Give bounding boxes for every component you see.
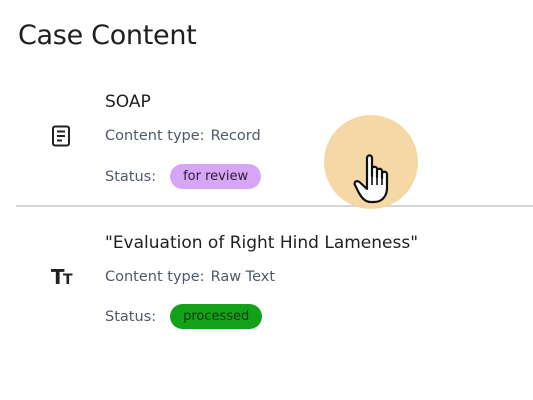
list-item[interactable]: TT "Evaluation of Right Hind Lameness" C…: [0, 207, 533, 347]
content-type-label: Content type:: [105, 269, 205, 285]
hand-pointer-icon: [353, 152, 395, 206]
list-item[interactable]: SOAP Content type: Record Status: for re…: [0, 82, 533, 206]
item-title: SOAP: [105, 92, 151, 112]
text-format-glyph-large: T: [50, 265, 65, 289]
content-type-row: Content type: Raw Text: [105, 269, 275, 285]
text-format-icon: TT: [49, 265, 73, 289]
status-label: Status:: [105, 308, 157, 325]
status-badge: processed: [170, 304, 263, 329]
status-row: Status: processed: [105, 304, 263, 329]
document-icon: [49, 124, 73, 148]
item-title: "Evaluation of Right Hind Lameness": [105, 233, 419, 253]
text-format-glyph-small: T: [63, 272, 73, 288]
status-row: Status: for review: [105, 164, 262, 189]
status-label: Status:: [105, 168, 157, 185]
case-content-panel: Case Content SOAP Content type: Record S…: [0, 0, 533, 400]
content-type-label: Content type:: [105, 128, 205, 144]
content-type-value: Record: [210, 128, 261, 144]
status-badge: for review: [170, 164, 262, 189]
content-type-row: Content type: Record: [105, 128, 261, 144]
content-type-value: Raw Text: [210, 269, 275, 285]
page-title: Case Content: [18, 20, 197, 51]
